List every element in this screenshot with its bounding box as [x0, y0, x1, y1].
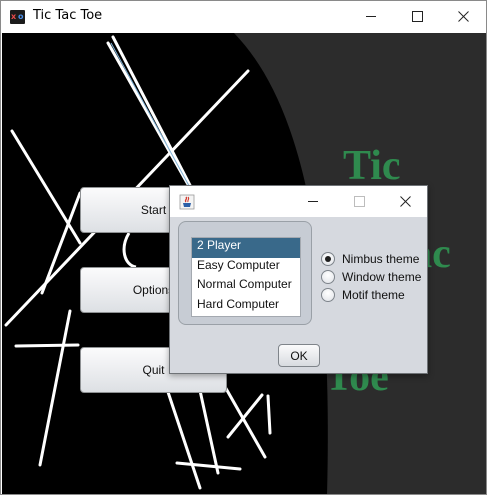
dialog-title-bar[interactable]: [170, 186, 427, 217]
minimize-icon: [365, 16, 376, 17]
maximize-icon: [411, 11, 423, 22]
java-cup-icon: [179, 194, 195, 210]
radio-window-theme[interactable]: Window theme: [321, 268, 421, 285]
maximize-button[interactable]: [394, 1, 440, 32]
radio-label: Window theme: [342, 269, 422, 284]
ok-button[interactable]: OK: [278, 344, 320, 367]
title-bar[interactable]: xo Tic Tac Toe: [1, 1, 486, 32]
list-item[interactable]: 2 Player: [192, 238, 300, 258]
close-icon: [457, 11, 469, 22]
close-icon: [399, 196, 411, 207]
main-window: xo Tic Tac Toe Tic Toe Start Options Qui…: [0, 0, 487, 495]
radio-button[interactable]: [321, 269, 335, 284]
radio-motif-theme[interactable]: Motif theme: [321, 286, 405, 303]
radio-label: Motif theme: [342, 287, 405, 302]
close-button[interactable]: [440, 1, 486, 32]
minimize-icon: [307, 201, 318, 202]
dialog-maximize-button: [336, 186, 382, 217]
radio-label: Nimbus theme: [342, 251, 420, 266]
list-item[interactable]: Easy Computer: [192, 258, 300, 278]
game-mode-list[interactable]: 2 Player Easy Computer Normal Computer H…: [191, 237, 301, 317]
list-item[interactable]: Normal Computer: [192, 277, 300, 297]
xo-app-icon: xo: [10, 10, 25, 24]
options-dialog: 2 Player Easy Computer Normal Computer H…: [169, 185, 428, 374]
radio-button[interactable]: [321, 287, 335, 302]
dialog-minimize-button[interactable]: [290, 186, 336, 217]
list-item[interactable]: Hard Computer: [192, 297, 300, 317]
dialog-close-button[interactable]: [382, 186, 428, 217]
window-title: Tic Tac Toe: [33, 8, 103, 23]
maximize-icon: [353, 196, 365, 207]
logo-tic: Tic: [343, 143, 401, 189]
game-mode-panel: 2 Player Easy Computer Normal Computer H…: [178, 221, 312, 325]
radio-nimbus-theme[interactable]: Nimbus theme: [321, 250, 419, 267]
radio-button-checked[interactable]: [321, 251, 335, 266]
minimize-button[interactable]: [348, 1, 394, 32]
